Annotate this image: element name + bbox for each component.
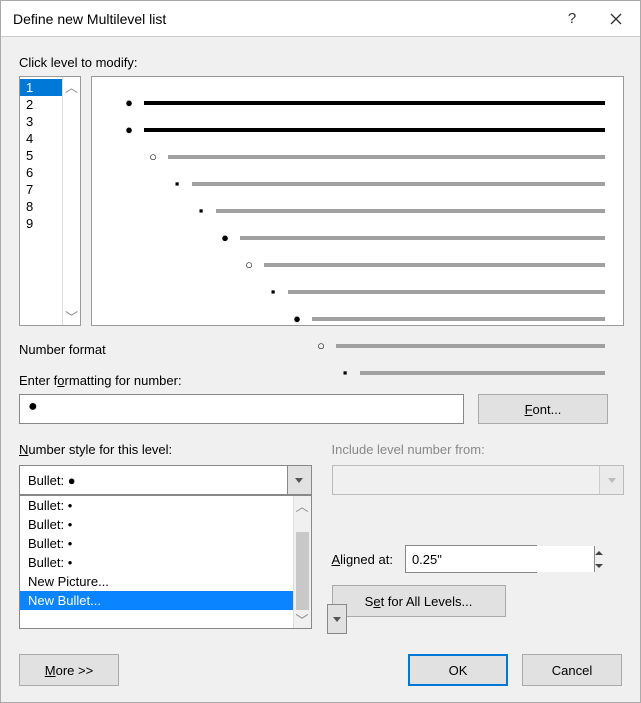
level-item[interactable]: 4 xyxy=(20,130,62,147)
include-level-label: Include level number from: xyxy=(332,442,625,457)
number-style-dropdown[interactable]: Bullet: •Bullet: •Bullet: •Bullet: •New … xyxy=(19,495,312,629)
scroll-up-icon[interactable]: ︿ xyxy=(294,496,311,514)
preview-line: ▪ xyxy=(266,284,605,299)
level-item[interactable]: 3 xyxy=(20,113,62,130)
preview-marker: ▪ xyxy=(266,284,280,299)
scroll-up-icon[interactable]: ︿ xyxy=(63,77,80,95)
preview-marker: ○ xyxy=(314,338,328,353)
level-item[interactable]: 5 xyxy=(20,147,62,164)
font-button[interactable]: Font... xyxy=(478,394,608,424)
close-icon xyxy=(610,13,622,25)
preview-bar xyxy=(288,290,605,294)
set-for-all-levels-button[interactable]: Set for All Levels... xyxy=(332,585,506,617)
level-item[interactable]: 2 xyxy=(20,96,62,113)
cancel-button[interactable]: Cancel xyxy=(522,654,622,686)
preview-bar xyxy=(144,128,605,132)
level-item[interactable]: 6 xyxy=(20,164,62,181)
help-button[interactable]: ? xyxy=(550,2,594,36)
number-style-combo[interactable]: Bullet: ● Bullet: •Bullet: •Bullet: •Bul… xyxy=(19,465,312,495)
chevron-down-icon xyxy=(333,617,341,622)
dialog-body: Click level to modify: 123456789 ︿ ﹀ ● ● ○… xyxy=(1,37,640,633)
preview-marker: ▪ xyxy=(338,365,352,380)
dropdown-item[interactable]: Bullet: • xyxy=(20,496,293,515)
preview-marker: ● xyxy=(218,230,232,245)
preview-marker: ▪ xyxy=(170,176,184,191)
preview-marker: ○ xyxy=(242,257,256,272)
preview-line: ● xyxy=(218,230,605,245)
aligned-at-spinner[interactable] xyxy=(405,545,537,573)
preview-line: ○ xyxy=(314,338,605,353)
preview-line: ○ xyxy=(242,257,605,272)
preview-line: ● xyxy=(122,95,605,110)
ok-button[interactable]: OK xyxy=(408,654,508,686)
dropdown-item[interactable]: New Bullet... xyxy=(20,591,293,610)
spinner-down-button[interactable] xyxy=(595,559,603,572)
preview-pane: ●●○▪▪●○▪●○▪ xyxy=(91,76,624,326)
preview-bar xyxy=(192,182,605,186)
preview-marker: ● xyxy=(290,311,304,326)
preview-line: ▪ xyxy=(194,203,605,218)
preview-bar xyxy=(216,209,605,213)
level-list[interactable]: 123456789 ︿ ﹀ xyxy=(19,76,81,326)
level-scrollbar[interactable]: ︿ ﹀ xyxy=(62,77,80,325)
preview-bar xyxy=(312,317,605,321)
level-item[interactable]: 1 xyxy=(20,79,62,96)
preview-bar xyxy=(360,371,605,375)
level-item[interactable]: 7 xyxy=(20,181,62,198)
dialog-window: Define new Multilevel list ? Click level… xyxy=(0,0,641,703)
level-item[interactable]: 9 xyxy=(20,215,62,232)
preview-bar xyxy=(264,263,605,267)
preview-line: ● xyxy=(290,311,605,326)
partial-combo-button[interactable] xyxy=(327,604,347,634)
preview-line: ○ xyxy=(146,149,605,164)
preview-bar xyxy=(168,155,605,159)
number-style-dropdown-button[interactable] xyxy=(287,466,311,494)
dialog-title: Define new Multilevel list xyxy=(13,11,550,27)
spinner-up-button[interactable] xyxy=(595,546,603,559)
chevron-down-icon xyxy=(295,478,303,483)
preview-bar xyxy=(144,101,605,105)
title-bar: Define new Multilevel list ? xyxy=(1,1,640,37)
dropdown-scrollbar[interactable]: ︿ ﹀ xyxy=(293,496,311,628)
chevron-down-icon xyxy=(608,478,616,483)
preview-line: ▪ xyxy=(170,176,605,191)
dropdown-item[interactable]: New Picture... xyxy=(20,572,293,591)
scroll-thumb[interactable] xyxy=(296,532,309,610)
preview-marker: ○ xyxy=(146,149,160,164)
more-button[interactable]: More >> xyxy=(19,654,119,686)
preview-marker: ● xyxy=(122,122,136,137)
chevron-down-icon xyxy=(595,564,603,568)
preview-marker: ● xyxy=(122,95,136,110)
dropdown-item[interactable]: Bullet: • xyxy=(20,553,293,572)
dropdown-item[interactable]: Bullet: • xyxy=(20,534,293,553)
number-style-label: Number style for this level: xyxy=(19,442,312,457)
scroll-down-icon[interactable]: ﹀ xyxy=(63,307,80,325)
aligned-at-input[interactable] xyxy=(406,546,594,572)
level-item[interactable]: 8 xyxy=(20,198,62,215)
chevron-up-icon xyxy=(595,551,603,555)
click-level-label: Click level to modify: xyxy=(19,55,624,70)
preview-line: ● xyxy=(122,122,605,137)
formatting-input[interactable]: ● xyxy=(19,394,464,424)
preview-marker: ▪ xyxy=(194,203,208,218)
close-button[interactable] xyxy=(594,2,638,36)
preview-bar xyxy=(336,344,605,348)
dialog-buttons: More >> OK Cancel xyxy=(1,654,640,686)
include-level-combo xyxy=(332,465,625,495)
aligned-at-label: Aligned at: xyxy=(332,552,393,567)
scroll-down-icon[interactable]: ﹀ xyxy=(294,610,311,628)
dropdown-item[interactable]: Bullet: • xyxy=(20,515,293,534)
preview-line: ▪ xyxy=(338,365,605,380)
number-style-value: Bullet: ● xyxy=(20,473,287,488)
preview-bar xyxy=(240,236,605,240)
